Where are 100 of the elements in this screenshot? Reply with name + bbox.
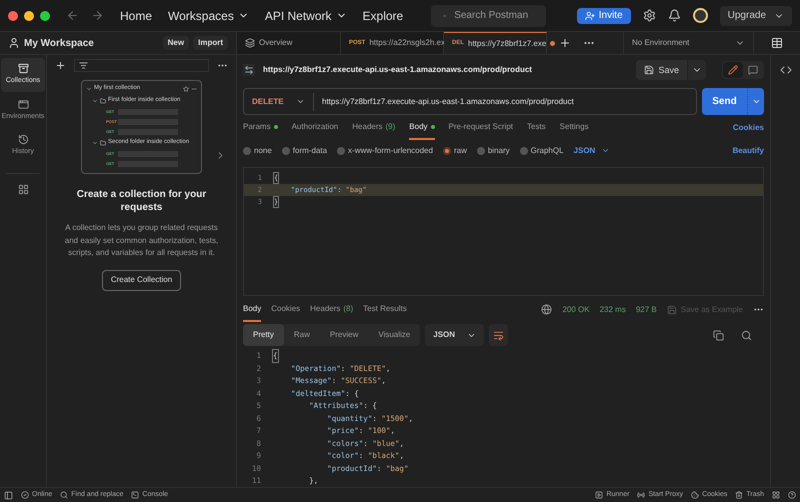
view-mode-tab[interactable]: Pretty — [243, 324, 284, 346]
search-icon — [60, 491, 68, 499]
status-code: 200 OK — [562, 304, 590, 316]
window-icon — [18, 98, 28, 110]
filter-icon — [79, 60, 88, 70]
trash-icon — [735, 491, 744, 499]
response-tab[interactable]: Cookies — [271, 298, 300, 322]
body-type-radio[interactable]: GraphQL — [520, 144, 564, 157]
maximize-window-icon[interactable] — [40, 10, 50, 20]
edit-mode-button[interactable] — [723, 62, 743, 78]
panel-icon[interactable] — [4, 490, 13, 500]
request-section-tab[interactable]: Body — [409, 116, 435, 140]
cookies-link[interactable]: Cookies — [732, 122, 764, 134]
settings-icon[interactable] — [642, 9, 656, 22]
view-mode-tab[interactable]: Visualize — [368, 324, 420, 346]
nav-link[interactable]: Home — [120, 6, 152, 24]
send-button[interactable]: Send — [702, 88, 747, 116]
terminal-icon — [131, 491, 140, 499]
check-circle-icon — [21, 491, 29, 499]
search-field[interactable]: Search Postman — [431, 4, 546, 26]
antenna-icon — [637, 491, 646, 499]
save-icon — [644, 65, 654, 76]
panel-description: A collection lets you group related requests and easily set common authorization, tests, scripts, and variables for all requests in it. — [64, 222, 220, 259]
environment-label: No Environment — [632, 37, 690, 49]
help-icon[interactable] — [788, 491, 796, 499]
user-icon — [8, 37, 20, 49]
workspace-button[interactable]: Import — [193, 36, 228, 50]
filter-field[interactable] — [74, 58, 209, 72]
environment-selector[interactable]: No Environment — [623, 32, 753, 54]
wrap-lines-button[interactable] — [489, 324, 508, 346]
request-title: https://y7z8brf1z7.execute-api.us-east-1.amazonaws.com/prod/product — [263, 64, 533, 76]
save-icon — [666, 304, 677, 315]
save-button[interactable]: Save — [636, 60, 687, 80]
view-mode-tab[interactable]: Preview — [320, 324, 368, 346]
code-icon[interactable] — [780, 64, 792, 76]
response-size: 927 B — [636, 304, 657, 316]
body-type-radio[interactable]: x-www-form-urlencoded — [337, 144, 433, 157]
cookie-icon — [691, 491, 700, 499]
request-section-tab[interactable]: Params — [243, 116, 278, 140]
new-tab-icon[interactable] — [559, 37, 571, 49]
nav-link[interactable]: API Network — [264, 6, 347, 24]
request-section-tab[interactable]: Headers (9) — [352, 116, 396, 140]
search-icon[interactable] — [741, 330, 752, 341]
response-time: 232 ms — [600, 304, 626, 316]
user-plus-icon — [584, 10, 595, 20]
search-input[interactable]: Search Postman — [454, 8, 534, 23]
folder-icon — [100, 140, 106, 146]
body-type-radio[interactable]: form-data — [282, 144, 328, 157]
close-window-icon[interactable] — [8, 10, 18, 20]
create-collection-button[interactable]: Create Collection — [102, 270, 182, 290]
request-tab[interactable]: Overview — [237, 32, 341, 54]
archive-icon — [18, 63, 28, 74]
bell-icon[interactable] — [668, 9, 681, 22]
chevron-down-icon — [92, 140, 98, 146]
beautify-link[interactable]: Beautify — [732, 144, 764, 157]
workspace-button[interactable]: New — [162, 36, 190, 50]
response-tab[interactable]: Headers (8) — [310, 298, 354, 322]
invite-button[interactable]: Invite — [576, 8, 631, 24]
tab-label: https://y7z8brf1z7.exe — [468, 38, 546, 50]
body-type-radio[interactable]: none — [243, 144, 272, 157]
request-url-bar[interactable]: DELETE https://y7z8brf1z7.execute-api.us-east-1.amazonaws.com/prod/product — [243, 88, 697, 116]
format-dropdown[interactable]: JSON — [425, 324, 484, 346]
workspace-title: My Workspace — [24, 36, 95, 50]
tab-label: Overview — [259, 37, 292, 49]
globe-icon[interactable] — [541, 304, 552, 316]
forward-icon[interactable] — [91, 9, 104, 22]
request-section-tab[interactable]: Pre-request Script — [448, 116, 513, 140]
minimize-window-icon[interactable] — [24, 10, 34, 20]
comment-icon — [748, 65, 758, 76]
avatar[interactable] — [692, 8, 708, 23]
method-dropdown[interactable]: DELETE — [244, 92, 314, 110]
play-icon — [595, 491, 604, 499]
tab-label: https://a22nsgls2h.ex — [369, 37, 445, 49]
add-icon[interactable] — [55, 60, 66, 70]
panel-heading: Create a collection for your requests — [76, 188, 208, 214]
star-icon — [183, 86, 189, 92]
response-tab[interactable]: Body — [243, 298, 262, 322]
body-type-radio[interactable]: raw — [442, 144, 467, 157]
body-type-radio[interactable]: binary — [476, 144, 510, 157]
pencil-icon — [728, 65, 738, 76]
view-mode-tab[interactable]: Raw — [284, 324, 320, 346]
folder-icon — [100, 98, 106, 104]
chevron-down-icon — [752, 97, 760, 106]
history-icon — [18, 134, 28, 145]
nav-link[interactable]: Explore — [362, 6, 404, 24]
upgrade-button[interactable]: Upgrade — [720, 6, 792, 26]
request-section-tab[interactable]: Authorization — [292, 116, 338, 140]
request-section-tab[interactable]: Tests — [527, 116, 546, 140]
send-options-button[interactable] — [747, 88, 764, 116]
grid-icon[interactable] — [772, 491, 780, 499]
nav-link[interactable]: Workspaces — [168, 6, 249, 24]
response-tab[interactable]: Test Results — [363, 298, 407, 322]
url-field[interactable]: https://y7z8brf1z7.execute-api.us-east-1.amazonaws.com/prod/product — [314, 96, 696, 108]
wrap-lines-icon — [493, 330, 504, 341]
chevron-down-icon — [296, 97, 305, 106]
request-section-tab[interactable]: Settings — [560, 116, 589, 140]
back-icon[interactable] — [66, 9, 79, 22]
copy-icon[interactable] — [713, 330, 724, 341]
format-dropdown[interactable]: JSON — [574, 144, 610, 157]
layers-icon — [245, 38, 255, 48]
